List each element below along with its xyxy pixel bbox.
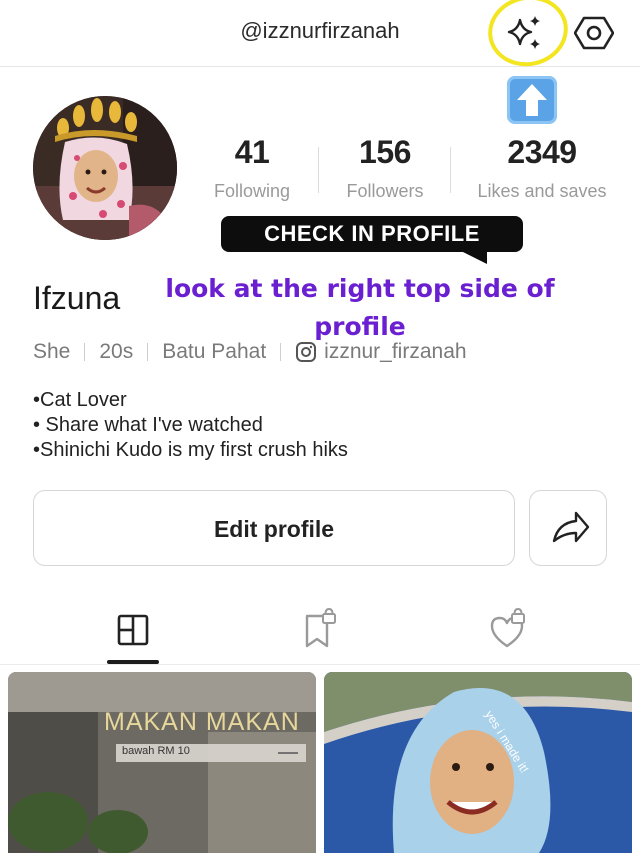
sparkle-icon[interactable] [495,10,553,56]
pronoun-tag: She [33,340,71,363]
avatar[interactable] [33,96,177,240]
post-thumbnail[interactable]: yes i made it! [324,672,632,853]
bio-line: •Cat Lover [33,389,127,411]
followers-label: Followers [346,181,424,201]
location-tag: Batu Pahat [162,340,267,363]
profile-meta-row: She 20s Batu Pahat izznur_firzanah [33,340,467,364]
annotation-text: look at the right top side of profile [165,274,555,341]
likes-label: Likes and saves [477,181,607,201]
bio-line: •Shinichi Kudo is my first crush hiks [33,439,348,461]
bio-line: • Share what I've watched [33,414,263,436]
grid-icon [117,614,149,646]
likes-count: 2349 [507,134,577,170]
age-tag: 20s [99,340,134,363]
share-icon [552,511,590,543]
stat-divider [450,147,451,193]
tab-posts[interactable] [106,606,160,656]
settings-icon[interactable] [573,14,615,52]
followers-count: 156 [359,134,411,170]
following-label: Following [213,181,291,201]
tab-saved[interactable] [293,606,347,656]
heart-lock-icon [490,607,525,648]
tab-liked[interactable] [480,606,534,656]
meta-separator [280,343,282,361]
share-button[interactable] [529,490,607,566]
instagram-icon [296,342,317,362]
stat-followers[interactable]: 156 Followers [332,134,438,202]
stat-following[interactable]: 41 Following [200,134,304,202]
bio: •Cat Lover • Share what I've watched •Sh… [33,388,348,463]
stat-divider [318,147,319,193]
bubble-tail [455,248,487,264]
up-arrow-icon [507,76,557,124]
bookmark-lock-icon [305,607,336,648]
instagram-link[interactable]: izznur_firzanah [295,340,467,364]
meta-separator [84,343,86,361]
edit-profile-button[interactable]: Edit profile [33,490,515,566]
tabs-divider [0,664,640,665]
following-count: 41 [234,134,270,170]
post-title: MAKAN MAKAN [104,708,300,736]
post-subtitle: bawah RM 10 [122,745,190,757]
check-in-profile-bubble: CHECK IN PROFILE [221,216,523,252]
instagram-handle: izznur_firzanah [324,340,467,363]
post-thumbnail[interactable]: MAKAN MAKAN bawah RM 10 [8,672,316,853]
display-name: Ifzuna [33,280,121,316]
meta-separator [147,343,149,361]
stat-likes[interactable]: 2349 Likes and saves [470,134,614,202]
